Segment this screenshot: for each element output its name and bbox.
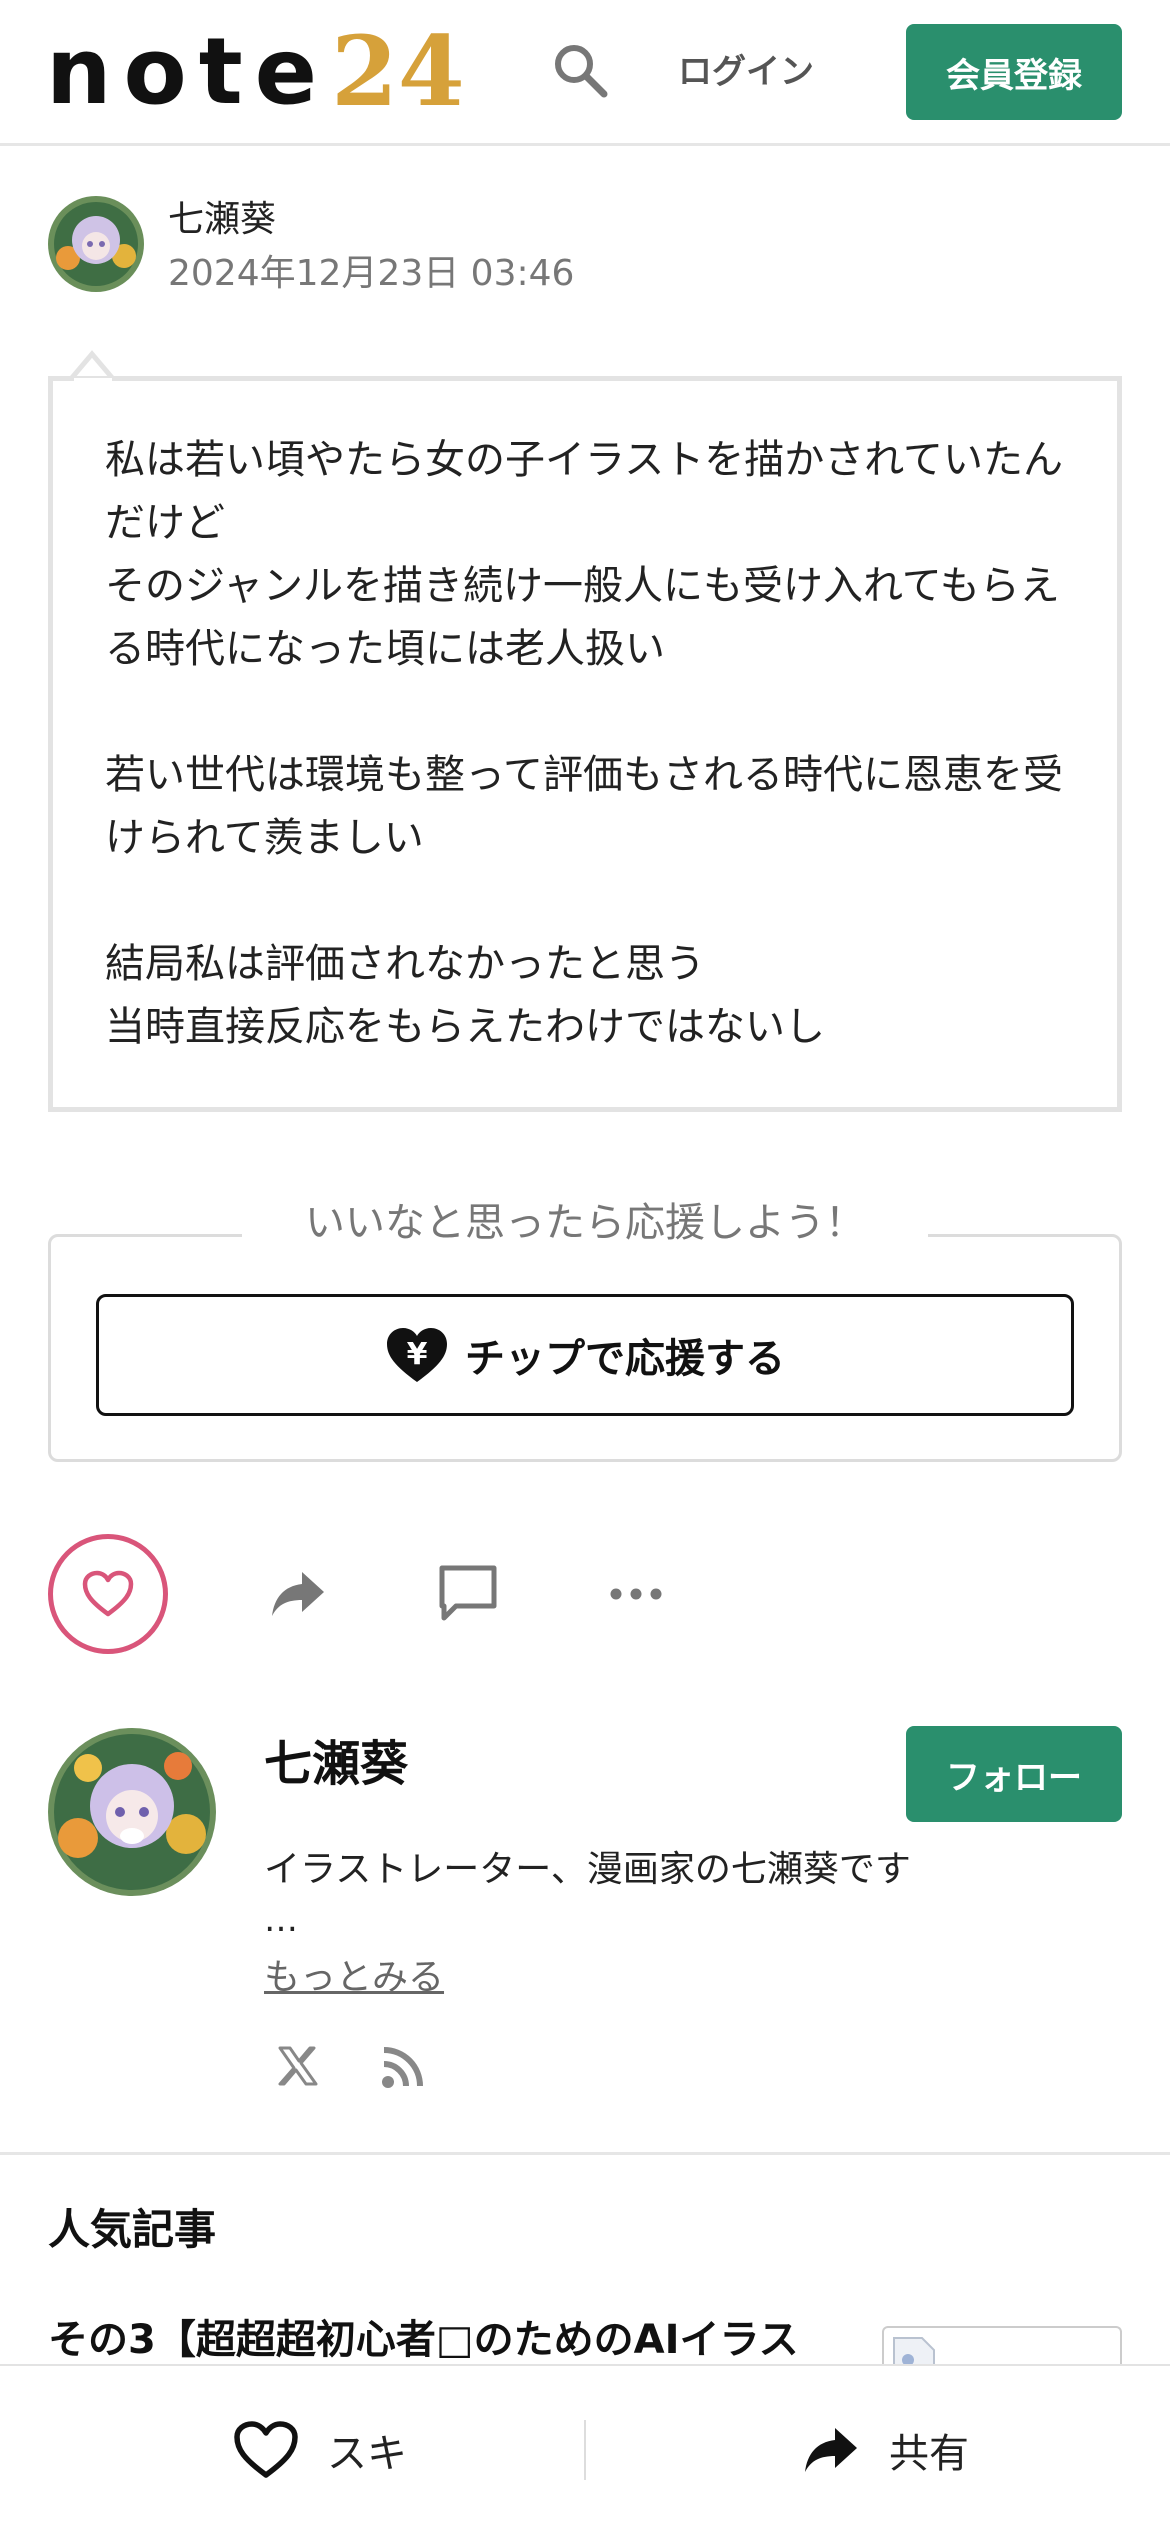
tip-button-label: チップで応援する: [465, 1336, 785, 1382]
section-divider: [0, 2152, 1170, 2155]
bottom-action-bar: スキ 共有: [0, 2364, 1170, 2532]
author-name[interactable]: 七瀬葵: [168, 196, 276, 244]
yen-heart-icon: ¥: [387, 1328, 447, 1382]
bubble-tail-mask: [74, 378, 112, 386]
comment-icon[interactable]: [436, 1564, 500, 1624]
share-icon: [805, 2428, 857, 2472]
logo-anniversary-badge: 24: [331, 15, 465, 128]
bottom-share-label: 共有: [889, 2431, 969, 2477]
rss-icon[interactable]: [380, 2046, 424, 2090]
popular-article-title[interactable]: その3【超超超初心者□のためのAIイラス: [48, 2310, 878, 2370]
post-body-text: 私は若い頃やたら女の子イラストを描かされていたんだけど そのジャンルを描き続け一…: [105, 437, 1063, 1050]
creator-bio-ellipsis: …: [264, 1900, 298, 1940]
x-twitter-icon[interactable]: [276, 2044, 320, 2088]
note-logo[interactable]: note 24: [46, 22, 465, 122]
bottom-share-button[interactable]: 共有: [790, 2366, 980, 2532]
bottom-like-button[interactable]: スキ: [200, 2366, 440, 2532]
bottom-bar-separator: [584, 2420, 586, 2480]
see-more-link[interactable]: もっとみる: [264, 1952, 444, 2004]
search-icon[interactable]: [550, 40, 610, 100]
author-avatar[interactable]: [48, 196, 144, 292]
post-date: 2024年12月23日 03:46: [168, 253, 575, 294]
creator-avatar[interactable]: [48, 1728, 216, 1896]
tip-button[interactable]: ¥ チップで応援する: [96, 1294, 1074, 1416]
heart-icon: [82, 1570, 134, 1617]
share-icon[interactable]: [268, 1568, 328, 1620]
logo-wordmark: note: [46, 18, 330, 125]
login-link[interactable]: ログイン: [678, 44, 814, 100]
site-header: note 24 ログイン 会員登録: [0, 0, 1170, 146]
more-options-icon[interactable]: [606, 1582, 666, 1606]
follow-button[interactable]: フォロー: [906, 1726, 1122, 1822]
signup-button[interactable]: 会員登録: [906, 24, 1122, 120]
tip-section-title: いいなと思ったら応援しよう！: [242, 1196, 928, 1250]
popular-articles-heading: 人気記事: [48, 2205, 217, 2254]
creator-name[interactable]: 七瀬葵: [264, 1732, 408, 1796]
heart-icon: [234, 2421, 298, 2478]
svg-text:¥: ¥: [407, 1337, 428, 1372]
post-body-bubble: 私は若い頃やたら女の子イラストを描かされていたんだけど そのジャンルを描き続け一…: [48, 376, 1122, 1112]
bottom-like-label: スキ: [327, 2431, 407, 2477]
creator-bio: イラストレーター、漫画家の七瀬葵です: [264, 1849, 911, 1890]
like-button[interactable]: [48, 1534, 168, 1654]
